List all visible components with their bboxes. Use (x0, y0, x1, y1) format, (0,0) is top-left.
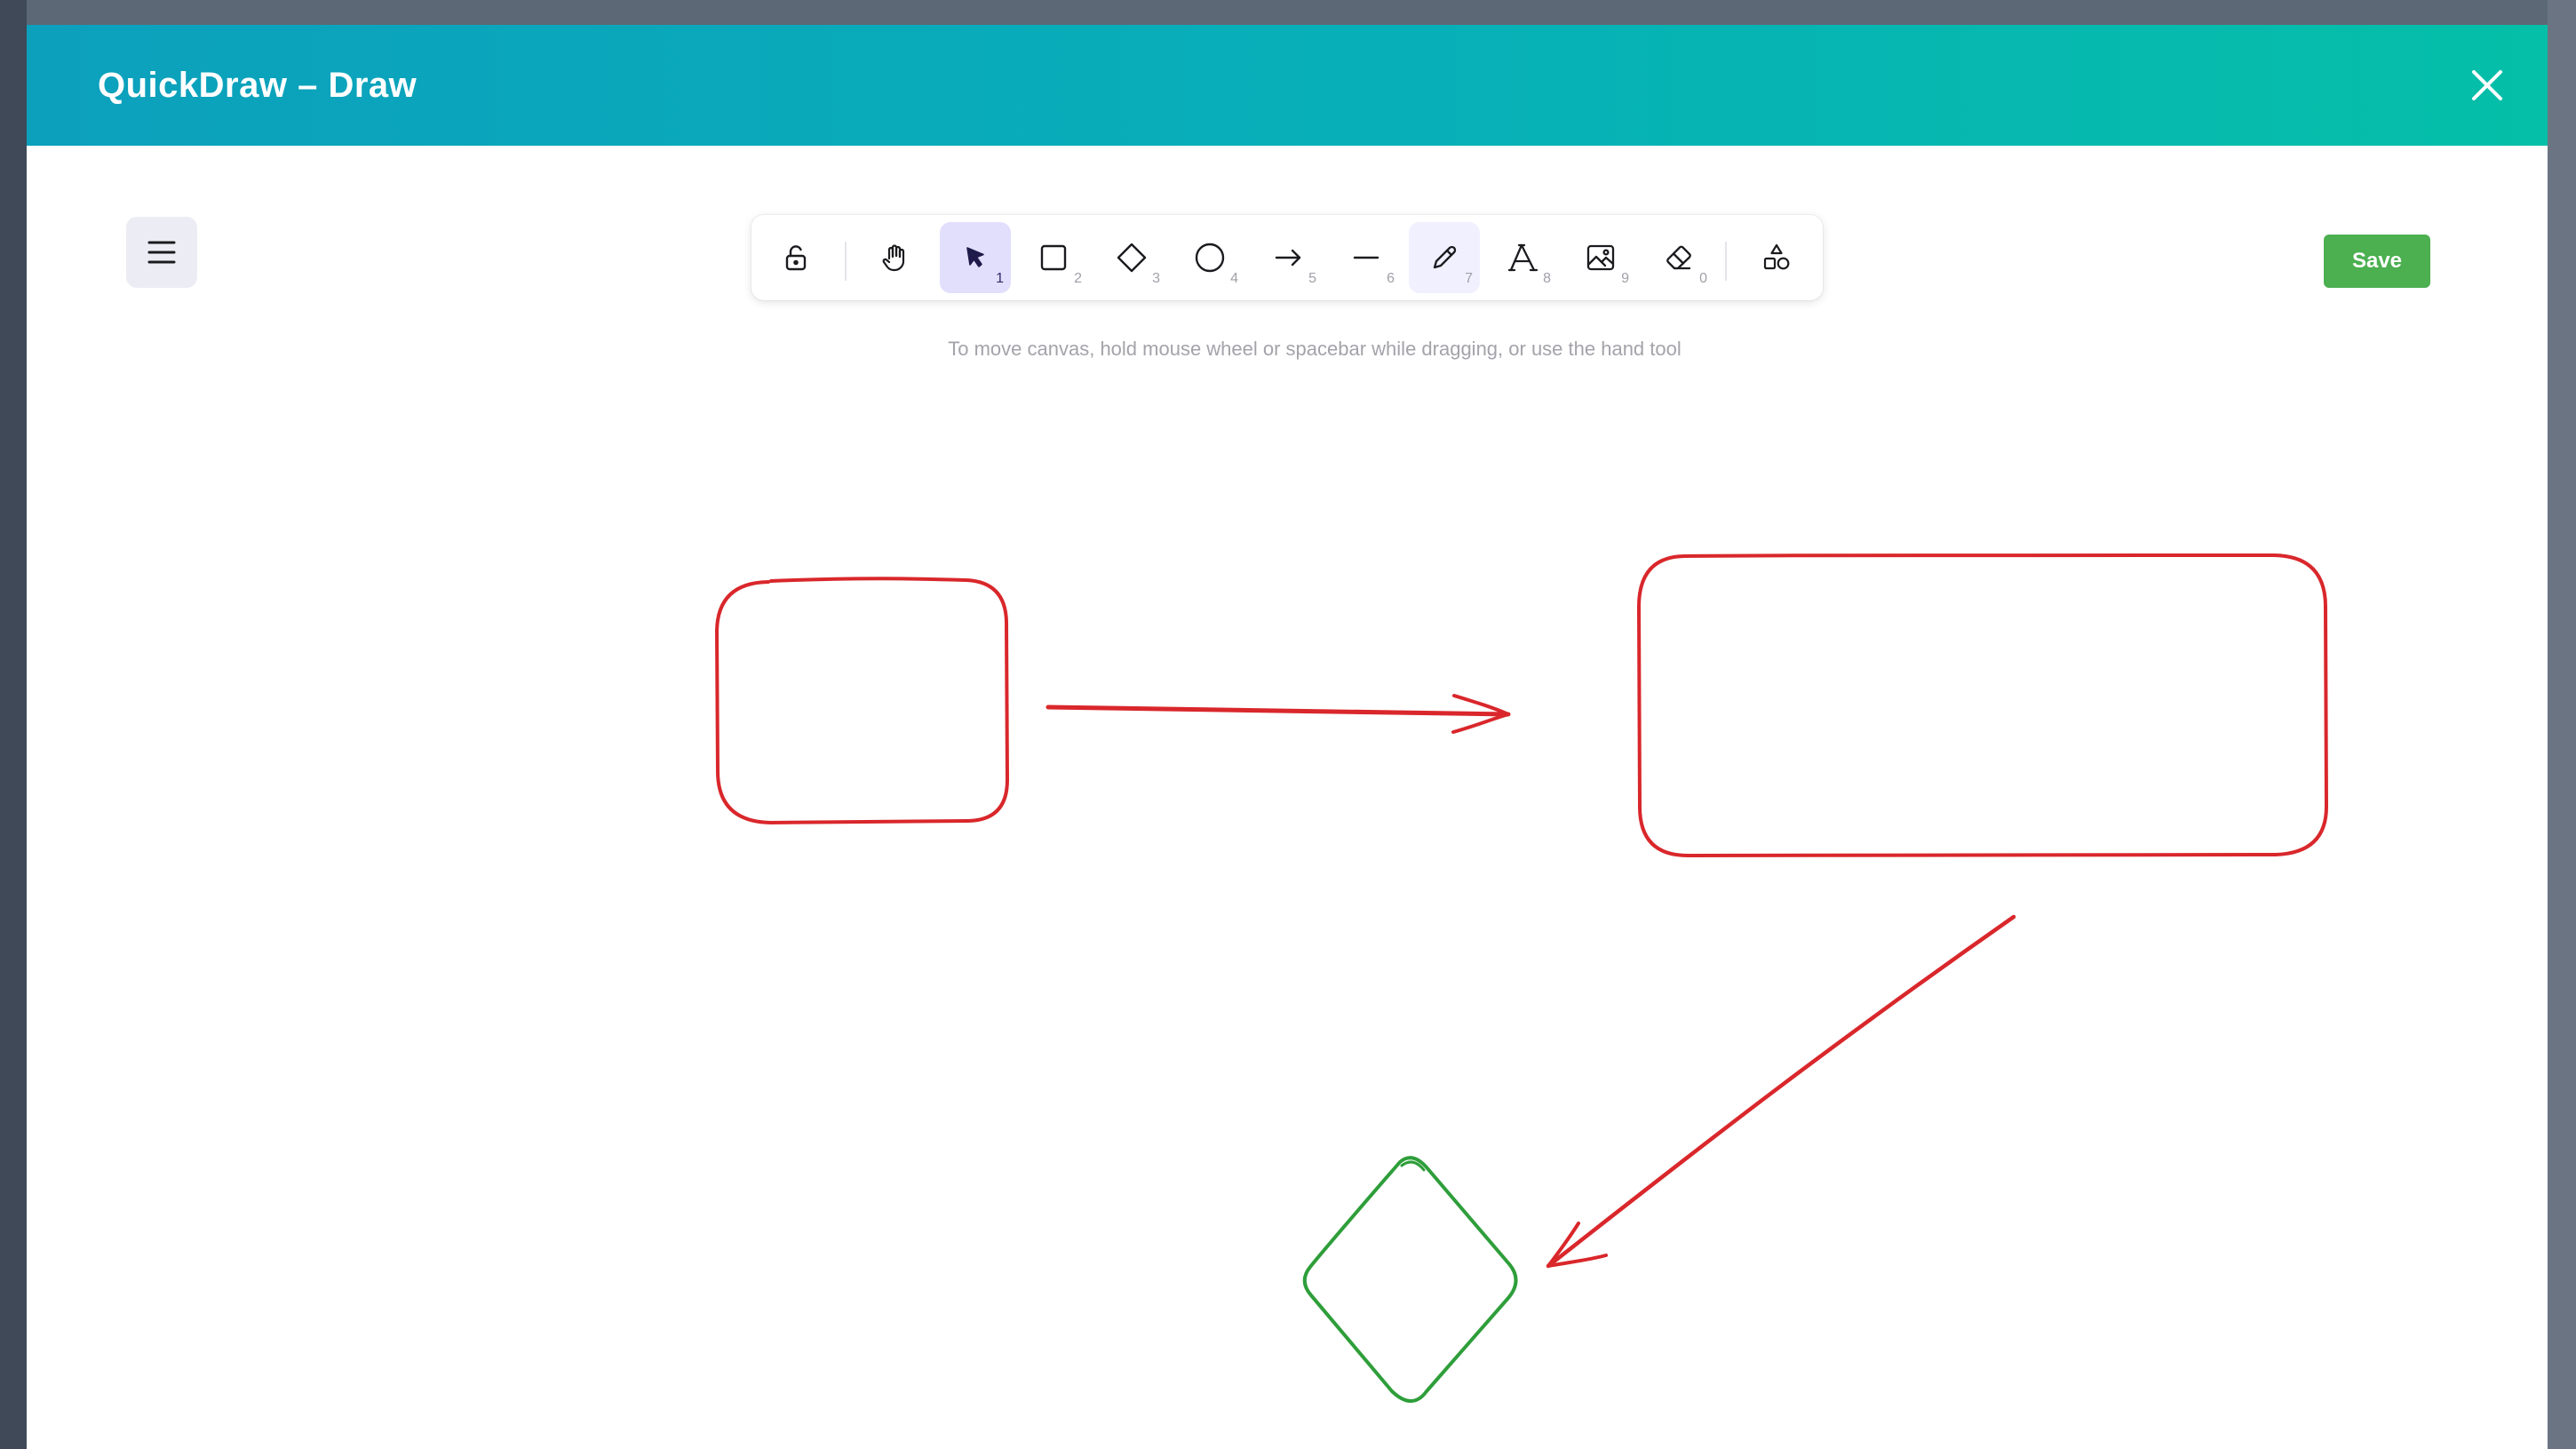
backdrop-top (0, 0, 2576, 25)
draw-modal: QuickDraw – Draw 1 2 3 4 5 6 7 8 9 0 Sav… (27, 25, 2548, 1449)
canvas-shape-rectangle-right[interactable] (1637, 553, 2328, 857)
canvas-shape-rectangle-left[interactable] (715, 577, 1009, 824)
canvas-shape-diamond[interactable] (1302, 1156, 1518, 1403)
modal-title: QuickDraw – Draw (98, 66, 417, 105)
canvas-arrow-down-left[interactable] (1546, 914, 2016, 1269)
close-button[interactable] (2461, 59, 2514, 112)
close-icon (2472, 70, 2502, 100)
modal-header: QuickDraw – Draw (27, 25, 2548, 146)
backdrop-right (2548, 0, 2576, 1449)
drawing-canvas[interactable] (27, 146, 2548, 1449)
backdrop-left (0, 0, 27, 1449)
canvas-arrow-right[interactable] (1046, 694, 1511, 734)
